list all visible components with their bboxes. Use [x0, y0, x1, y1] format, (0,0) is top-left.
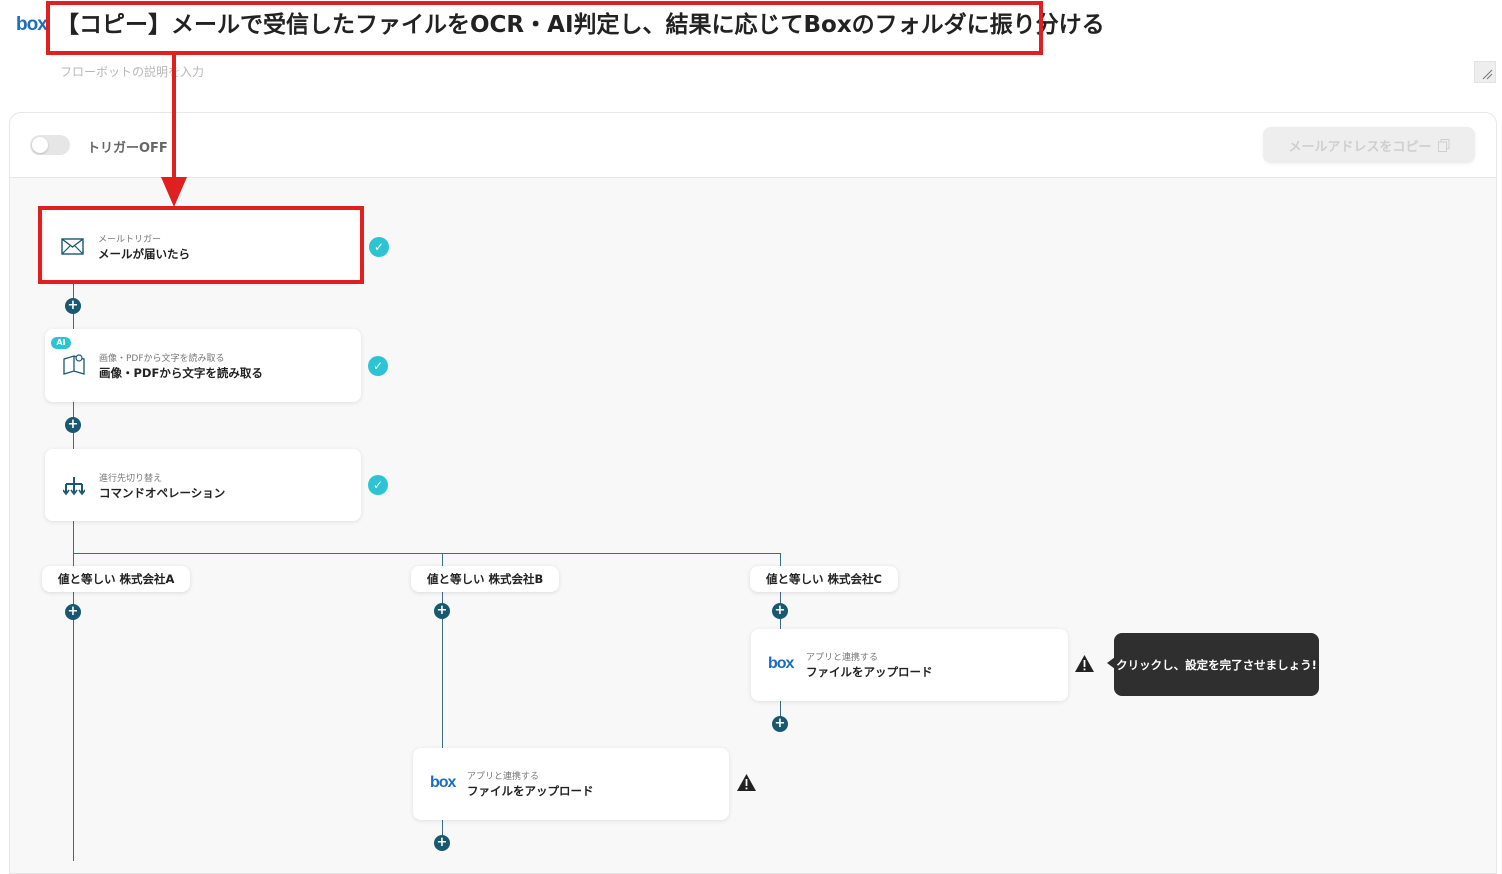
- step-ocr[interactable]: 画像・PDFから文字を読み取る 画像・PDFから文字を読み取る: [45, 329, 361, 402]
- highlight-trigger-box: [38, 206, 364, 284]
- branch-label-b[interactable]: 値と等しい 株式会社B: [411, 566, 560, 592]
- resize-grip-icon: [1482, 69, 1493, 80]
- step-box-upload-c[interactable]: box アプリと連携する ファイルをアップロード: [751, 629, 1068, 701]
- add-step-button[interactable]: +: [772, 603, 788, 619]
- setup-tooltip: クリックし、設定を完了させましょう!: [1114, 633, 1319, 696]
- copy-email-button[interactable]: メールアドレスをコピー: [1263, 127, 1475, 163]
- add-step-button[interactable]: +: [434, 603, 450, 619]
- step-title: ファイルをアップロード: [806, 665, 933, 679]
- warning-icon: [1075, 655, 1094, 672]
- complete-check-icon: ✓: [368, 475, 388, 495]
- add-step-button[interactable]: +: [65, 298, 81, 314]
- add-step-button[interactable]: +: [65, 604, 81, 620]
- trigger-status-label: トリガーOFF: [87, 141, 168, 156]
- step-title: コマンドオペレーション: [99, 486, 226, 500]
- flow-toolbar: トリガーOFF メールアドレスをコピー: [10, 113, 1496, 178]
- branch-label-a[interactable]: 値と等しい 株式会社A: [42, 566, 191, 592]
- step-title: 画像・PDFから文字を読み取る: [99, 366, 263, 380]
- step-category: 進行先切り替え: [99, 474, 163, 484]
- step-category: 画像・PDFから文字を読み取る: [99, 354, 225, 364]
- add-step-button[interactable]: +: [65, 417, 81, 433]
- step-title: ファイルをアップロード: [467, 784, 594, 798]
- branch-label-c[interactable]: 値と等しい 株式会社C: [750, 566, 898, 592]
- tooltip-text: クリックし、設定を完了させましょう!: [1116, 657, 1317, 672]
- step-branch[interactable]: 進行先切り替え コマンドオペレーション: [45, 449, 361, 521]
- complete-check-icon: ✓: [369, 237, 389, 257]
- ai-badge: AI: [51, 337, 71, 349]
- add-step-button[interactable]: +: [434, 835, 450, 851]
- toggle-knob: [32, 137, 48, 153]
- step-category: アプリと連携する: [806, 653, 879, 663]
- step-category: アプリと連携する: [467, 772, 540, 782]
- highlight-title-box: [46, 1, 1043, 55]
- add-step-button[interactable]: +: [772, 716, 788, 732]
- trigger-toggle[interactable]: [30, 135, 70, 155]
- box-logo-icon: box: [768, 655, 794, 672]
- warning-icon: [737, 774, 756, 791]
- copy-icon: [1437, 138, 1449, 152]
- complete-check-icon: ✓: [368, 356, 388, 376]
- step-box-upload-b[interactable]: box アプリと連携する ファイルをアップロード: [413, 748, 729, 820]
- annotation-arrow: [161, 55, 187, 207]
- resize-handle[interactable]: [1474, 61, 1496, 83]
- copy-email-label: メールアドレスをコピー: [1288, 139, 1432, 155]
- branch-icon: [63, 477, 85, 496]
- box-logo: box: [16, 14, 48, 35]
- ocr-book-icon: [63, 354, 85, 375]
- box-logo-icon: box: [430, 774, 456, 791]
- connector-branch-horizontal: [73, 553, 781, 554]
